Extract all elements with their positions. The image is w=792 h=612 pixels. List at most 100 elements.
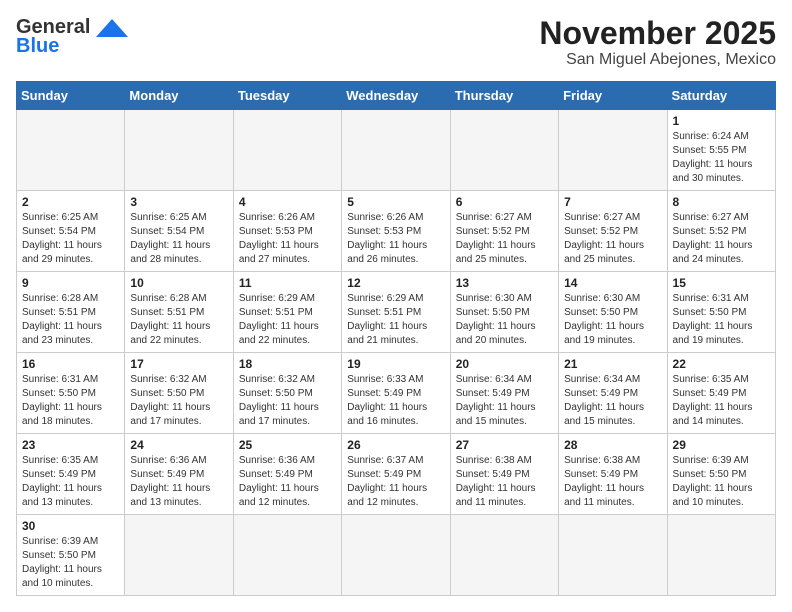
day-number: 9 <box>22 276 119 290</box>
weekday-header-thursday: Thursday <box>450 82 558 110</box>
day-number: 20 <box>456 357 553 371</box>
day-number: 19 <box>347 357 444 371</box>
day-info: Sunrise: 6:28 AM Sunset: 5:51 PM Dayligh… <box>130 292 227 348</box>
day-cell: 2 Sunrise: 6:25 AM Sunset: 5:54 PM Daylig… <box>17 191 125 272</box>
day-cell: 14 Sunrise: 6:30 AM Sunset: 5:50 PM Dayli… <box>559 272 667 353</box>
day-number: 30 <box>22 519 119 533</box>
day-info: Sunrise: 6:26 AM Sunset: 5:53 PM Dayligh… <box>239 211 336 267</box>
day-info: Sunrise: 6:32 AM Sunset: 5:50 PM Dayligh… <box>239 373 336 429</box>
day-cell: 20 Sunrise: 6:34 AM Sunset: 5:49 PM Dayli… <box>450 353 558 434</box>
day-info: Sunrise: 6:27 AM Sunset: 5:52 PM Dayligh… <box>456 211 553 267</box>
logo-icon <box>94 17 130 39</box>
day-number: 11 <box>239 276 336 290</box>
day-info: Sunrise: 6:34 AM Sunset: 5:49 PM Dayligh… <box>456 373 553 429</box>
week-row-4: 23Sunrise: 6:35 AM Sunset: 5:49 PM Dayli… <box>17 434 776 515</box>
day-number: 17 <box>130 357 227 371</box>
weekday-header-row: SundayMondayTuesdayWednesdayThursdayFrid… <box>17 82 776 110</box>
logo: General Blue <box>16 16 130 58</box>
day-info: Sunrise: 6:27 AM Sunset: 5:52 PM Dayligh… <box>564 211 661 267</box>
day-info: Sunrise: 6:28 AM Sunset: 5:51 PM Dayligh… <box>22 292 119 348</box>
day-cell: 12Sunrise: 6:29 AM Sunset: 5:51 PM Dayli… <box>342 272 450 353</box>
title-area: November 2025 San Miguel Abejones, Mexic… <box>539 16 776 69</box>
day-info: Sunrise: 6:39 AM Sunset: 5:50 PM Dayligh… <box>22 535 119 591</box>
day-cell <box>233 515 341 596</box>
day-cell: 28Sunrise: 6:38 AM Sunset: 5:49 PM Dayli… <box>559 434 667 515</box>
day-cell: 16 Sunrise: 6:31 AM Sunset: 5:50 PM Dayli… <box>17 353 125 434</box>
day-cell: 26 Sunrise: 6:37 AM Sunset: 5:49 PM Dayli… <box>342 434 450 515</box>
logo-blue: Blue <box>16 35 59 58</box>
day-number: 16 <box>22 357 119 371</box>
day-info: Sunrise: 6:30 AM Sunset: 5:50 PM Dayligh… <box>456 292 553 348</box>
day-info: Sunrise: 6:30 AM Sunset: 5:50 PM Dayligh… <box>564 292 661 348</box>
day-cell: 19 Sunrise: 6:33 AM Sunset: 5:49 PM Dayli… <box>342 353 450 434</box>
week-row-3: 16 Sunrise: 6:31 AM Sunset: 5:50 PM Dayli… <box>17 353 776 434</box>
day-info: Sunrise: 6:25 AM Sunset: 5:54 PM Dayligh… <box>22 211 119 267</box>
day-number: 7 <box>564 195 661 209</box>
day-info: Sunrise: 6:25 AM Sunset: 5:54 PM Dayligh… <box>130 211 227 267</box>
day-cell: 30 Sunrise: 6:39 AM Sunset: 5:50 PM Dayli… <box>17 515 125 596</box>
day-number: 6 <box>456 195 553 209</box>
day-number: 13 <box>456 276 553 290</box>
day-cell: 5 Sunrise: 6:26 AM Sunset: 5:53 PM Daylig… <box>342 191 450 272</box>
day-number: 4 <box>239 195 336 209</box>
week-row-5: 30 Sunrise: 6:39 AM Sunset: 5:50 PM Dayli… <box>17 515 776 596</box>
day-info: Sunrise: 6:26 AM Sunset: 5:53 PM Dayligh… <box>347 211 444 267</box>
day-info: Sunrise: 6:37 AM Sunset: 5:49 PM Dayligh… <box>347 454 444 510</box>
week-row-1: 2 Sunrise: 6:25 AM Sunset: 5:54 PM Daylig… <box>17 191 776 272</box>
day-cell: 10 Sunrise: 6:28 AM Sunset: 5:51 PM Dayli… <box>125 272 233 353</box>
day-info: Sunrise: 6:34 AM Sunset: 5:49 PM Dayligh… <box>564 373 661 429</box>
weekday-header-monday: Monday <box>125 82 233 110</box>
month-title: November 2025 <box>539 16 776 51</box>
location: San Miguel Abejones, Mexico <box>539 51 776 69</box>
day-cell <box>17 110 125 191</box>
day-cell: 27Sunrise: 6:38 AM Sunset: 5:49 PM Dayli… <box>450 434 558 515</box>
day-cell: 6 Sunrise: 6:27 AM Sunset: 5:52 PM Daylig… <box>450 191 558 272</box>
weekday-header-wednesday: Wednesday <box>342 82 450 110</box>
day-cell <box>342 515 450 596</box>
day-info: Sunrise: 6:36 AM Sunset: 5:49 PM Dayligh… <box>239 454 336 510</box>
week-row-0: 1Sunrise: 6:24 AM Sunset: 5:55 PM Daylig… <box>17 110 776 191</box>
day-info: Sunrise: 6:39 AM Sunset: 5:50 PM Dayligh… <box>673 454 770 510</box>
day-info: Sunrise: 6:31 AM Sunset: 5:50 PM Dayligh… <box>22 373 119 429</box>
day-cell: 17Sunrise: 6:32 AM Sunset: 5:50 PM Dayli… <box>125 353 233 434</box>
day-cell: 22 Sunrise: 6:35 AM Sunset: 5:49 PM Dayli… <box>667 353 775 434</box>
day-cell <box>559 515 667 596</box>
day-number: 29 <box>673 438 770 452</box>
day-cell: 21 Sunrise: 6:34 AM Sunset: 5:49 PM Dayli… <box>559 353 667 434</box>
day-number: 5 <box>347 195 444 209</box>
day-number: 12 <box>347 276 444 290</box>
day-info: Sunrise: 6:36 AM Sunset: 5:49 PM Dayligh… <box>130 454 227 510</box>
day-number: 3 <box>130 195 227 209</box>
day-number: 21 <box>564 357 661 371</box>
day-info: Sunrise: 6:35 AM Sunset: 5:49 PM Dayligh… <box>22 454 119 510</box>
day-number: 22 <box>673 357 770 371</box>
day-info: Sunrise: 6:29 AM Sunset: 5:51 PM Dayligh… <box>239 292 336 348</box>
day-cell: 23Sunrise: 6:35 AM Sunset: 5:49 PM Dayli… <box>17 434 125 515</box>
day-info: Sunrise: 6:33 AM Sunset: 5:49 PM Dayligh… <box>347 373 444 429</box>
day-number: 2 <box>22 195 119 209</box>
header: General Blue November 2025 San Miguel Ab… <box>16 16 776 69</box>
day-cell: 7 Sunrise: 6:27 AM Sunset: 5:52 PM Daylig… <box>559 191 667 272</box>
day-info: Sunrise: 6:35 AM Sunset: 5:49 PM Dayligh… <box>673 373 770 429</box>
weekday-header-friday: Friday <box>559 82 667 110</box>
day-info: Sunrise: 6:38 AM Sunset: 5:49 PM Dayligh… <box>564 454 661 510</box>
day-info: Sunrise: 6:24 AM Sunset: 5:55 PM Dayligh… <box>673 130 770 186</box>
weekday-header-saturday: Saturday <box>667 82 775 110</box>
day-number: 24 <box>130 438 227 452</box>
day-number: 26 <box>347 438 444 452</box>
day-cell <box>342 110 450 191</box>
week-row-2: 9 Sunrise: 6:28 AM Sunset: 5:51 PM Daylig… <box>17 272 776 353</box>
weekday-header-tuesday: Tuesday <box>233 82 341 110</box>
day-number: 18 <box>239 357 336 371</box>
day-number: 8 <box>673 195 770 209</box>
day-cell: 25Sunrise: 6:36 AM Sunset: 5:49 PM Dayli… <box>233 434 341 515</box>
calendar: SundayMondayTuesdayWednesdayThursdayFrid… <box>16 81 776 596</box>
day-cell <box>125 110 233 191</box>
day-cell <box>233 110 341 191</box>
day-info: Sunrise: 6:27 AM Sunset: 5:52 PM Dayligh… <box>673 211 770 267</box>
day-cell: 1Sunrise: 6:24 AM Sunset: 5:55 PM Daylig… <box>667 110 775 191</box>
weekday-header-sunday: Sunday <box>17 82 125 110</box>
day-cell: 15Sunrise: 6:31 AM Sunset: 5:50 PM Dayli… <box>667 272 775 353</box>
day-number: 14 <box>564 276 661 290</box>
day-number: 10 <box>130 276 227 290</box>
